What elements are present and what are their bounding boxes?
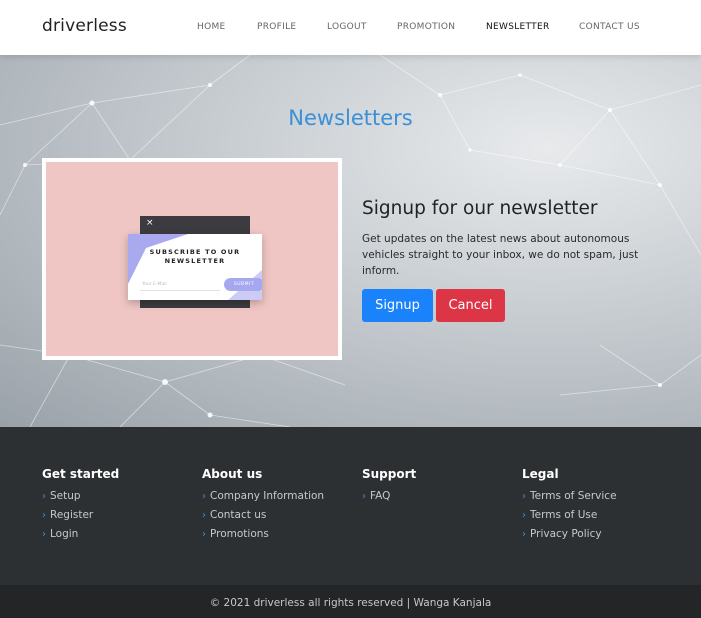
footer-column-support: Support › FAQ (362, 467, 416, 506)
footer-heading: Get started (42, 467, 120, 481)
chevron-right-icon: › (42, 510, 46, 521)
footer-link-register[interactable]: › Register (42, 506, 119, 525)
nav-logout[interactable]: LOGOUT (327, 22, 367, 32)
signup-description: Get updates on the latest news about aut… (362, 233, 639, 277)
footer-link-login[interactable]: › Login (42, 525, 119, 544)
close-icon: × (146, 218, 154, 228)
chevron-right-icon: › (202, 529, 206, 540)
popup-title: SUBSCRIBE TO OUR NEWSLETTER (149, 248, 241, 265)
footer-heading: About us (202, 467, 263, 481)
popup-submit-button: SUBMIT (224, 278, 262, 291)
copyright-bar: © 2021 driverless all rights reserved | … (0, 585, 701, 618)
footer-column-legal: Legal › Terms of Service › Terms of Use › P… (522, 467, 617, 544)
chevron-right-icon: › (42, 529, 46, 540)
footer-heading: Support (362, 467, 417, 481)
footer-heading: Legal (522, 467, 559, 481)
subscribe-popup-mockup: SUBSCRIBE TO OUR NEWSLETTER Your E-Mail … (128, 234, 262, 300)
chevron-right-icon: › (522, 491, 526, 502)
footer-link-company-information[interactable]: › Company Information (202, 487, 324, 506)
popup-email-placeholder: Your E-Mail (142, 282, 167, 287)
hero-section: Newsletters × SUBSCRIBE TO OUR NEWSLETTE… (0, 55, 701, 427)
nav-contact-us[interactable]: CONTACT US (579, 22, 640, 32)
chevron-right-icon: › (202, 510, 206, 521)
chevron-right-icon: › (42, 491, 46, 502)
popup-input-underline (140, 290, 220, 291)
nav-profile[interactable]: PROFILE (257, 22, 296, 32)
footer-link-privacy-policy[interactable]: › Privacy Policy (522, 525, 617, 544)
nav-home[interactable]: HOME (197, 22, 226, 32)
nav-promotion[interactable]: PROMOTION (397, 22, 455, 32)
chevron-right-icon: › (522, 529, 526, 540)
signup-heading: Signup for our newsletter (362, 198, 598, 219)
nav-newsletter[interactable]: NEWSLETTER (486, 22, 550, 32)
page-title: Newsletters (288, 106, 413, 130)
footer-link-terms-of-use[interactable]: › Terms of Use (522, 506, 617, 525)
footer-column-get-started: Get started › Setup › Register › Login (42, 467, 119, 544)
footer-link-faq[interactable]: › FAQ (362, 487, 416, 506)
chevron-right-icon: › (522, 510, 526, 521)
footer-link-promotions[interactable]: › Promotions (202, 525, 324, 544)
chevron-right-icon: › (202, 491, 206, 502)
footer-link-terms-of-service[interactable]: › Terms of Service (522, 487, 617, 506)
footer-column-about-us: About us › Company Information › Contact u… (202, 467, 324, 544)
footer: Get started › Setup › Register › Login Abou… (0, 427, 701, 585)
cancel-button[interactable]: Cancel (436, 289, 505, 322)
footer-link-setup[interactable]: › Setup (42, 487, 119, 506)
illustration-background: × SUBSCRIBE TO OUR NEWSLETTER Your E-Mai… (46, 162, 338, 356)
navbar: driverless HOME PROFILE LOGOUT PROMOTION… (0, 0, 701, 55)
newsletter-illustration: × SUBSCRIBE TO OUR NEWSLETTER Your E-Mai… (42, 158, 342, 360)
chevron-right-icon: › (362, 491, 366, 502)
footer-link-contact-us[interactable]: › Contact us (202, 506, 324, 525)
brand-logo[interactable]: driverless (42, 16, 127, 36)
signup-button[interactable]: Signup (362, 289, 433, 322)
